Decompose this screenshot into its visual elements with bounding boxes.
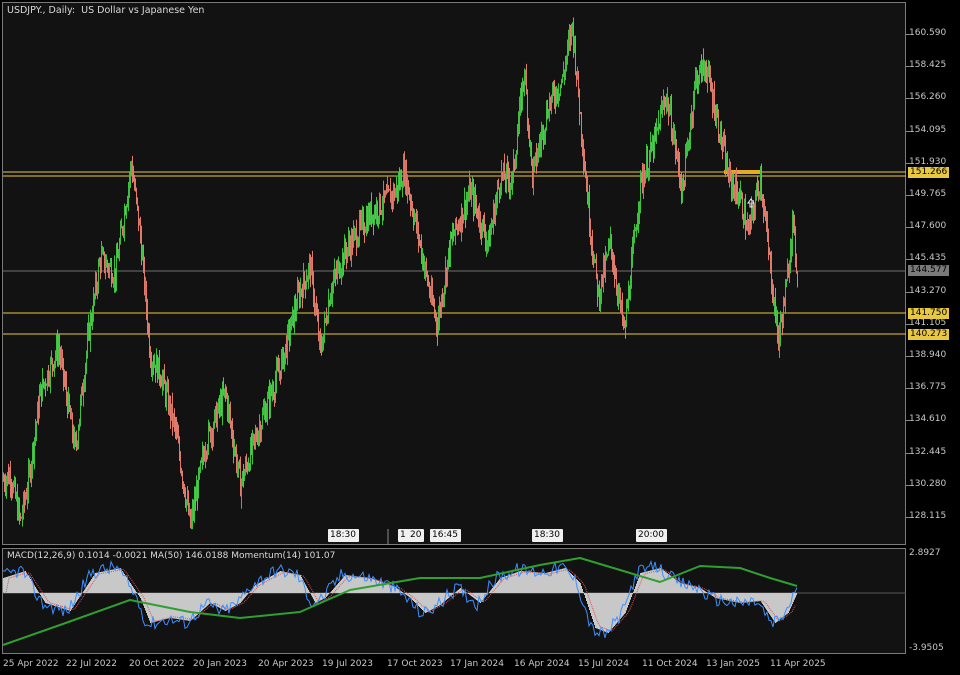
price-axis-tick	[906, 130, 910, 132]
price-axis-label: 138.940	[909, 350, 947, 360]
date-axis-label: 20 Oct 2022	[129, 659, 185, 669]
price-axis-tick	[906, 484, 910, 486]
current-price-tag: 144.577	[908, 265, 950, 276]
price-axis-tick	[906, 162, 910, 164]
date-axis-label: 19 Jul 2023	[322, 659, 373, 669]
level-price-tag: 140.273	[908, 329, 950, 340]
date-axis-label: 13 Jan 2025	[706, 659, 760, 669]
date-axis-label: 17 Oct 2023	[387, 659, 443, 669]
price-axis-tick	[906, 98, 910, 100]
session-time-flag: 20	[408, 529, 425, 542]
price-axis-label: 154.095	[909, 124, 947, 135]
date-axis-label: 22 Jul 2022	[66, 659, 117, 669]
price-axis-label: 130.280	[909, 478, 947, 489]
price-axis-tick	[906, 323, 910, 325]
price-axis-label: 147.600	[909, 221, 947, 232]
price-axis-label: 134.610	[909, 414, 947, 425]
price-axis-label: 160.590	[909, 28, 947, 38]
date-axis-label: 25 Apr 2022	[3, 659, 59, 669]
price-axis-label: 151.930	[909, 156, 947, 167]
date-axis-label: 11 Oct 2024	[642, 659, 698, 669]
session-time-flag: 16:45	[430, 529, 461, 542]
price-axis-label: 149.765	[909, 189, 947, 199]
session-time-flag: 20:00	[636, 529, 667, 542]
date-axis-label: 16 Apr 2024	[514, 659, 570, 669]
indicator-axis-label: 2.8927	[909, 548, 941, 558]
price-axis-label: 141.105	[909, 317, 947, 328]
date-axis-label: 20 Apr 2023	[258, 659, 314, 669]
session-time-flag: 18:30	[328, 529, 359, 542]
date-axis-label: 15 Jul 2024	[578, 659, 629, 669]
price-axis-label: 158.425	[909, 60, 947, 71]
price-axis-tick	[906, 34, 910, 35]
price-axis-tick	[906, 66, 910, 68]
price-axis-label: 143.270	[909, 285, 947, 296]
date-axis-label: 17 Jan 2024	[450, 659, 504, 669]
date-axis-label: 20 Jan 2023	[193, 659, 247, 669]
chart-canvas	[2, 17, 906, 646]
date-axis-label: 11 Apr 2025	[770, 659, 826, 669]
indicator-axis-label: -3.9505	[909, 643, 944, 653]
price-axis-label: 156.260	[909, 92, 947, 103]
price-axis-tick	[906, 517, 910, 518]
price-axis-tick	[906, 452, 910, 454]
level-price-tag: 151.266	[908, 167, 950, 178]
price-axis-label: 136.775	[909, 382, 947, 393]
session-time-flag: 18:30	[532, 529, 563, 542]
price-axis-tick	[906, 227, 910, 229]
level-price-tag: 141.750	[908, 308, 950, 319]
price-axis-tick	[906, 356, 910, 357]
momentum-line	[2, 559, 798, 639]
price-axis-tick	[906, 388, 910, 390]
price-axis-tick	[906, 259, 910, 261]
price-axis-tick	[906, 195, 910, 196]
price-axis-label: 128.115	[909, 511, 947, 521]
price-axis-label: 132.445	[909, 446, 947, 457]
price-axis-tick	[906, 420, 910, 422]
price-axis-label: 145.435	[909, 253, 947, 264]
price-axis-tick	[906, 291, 910, 293]
